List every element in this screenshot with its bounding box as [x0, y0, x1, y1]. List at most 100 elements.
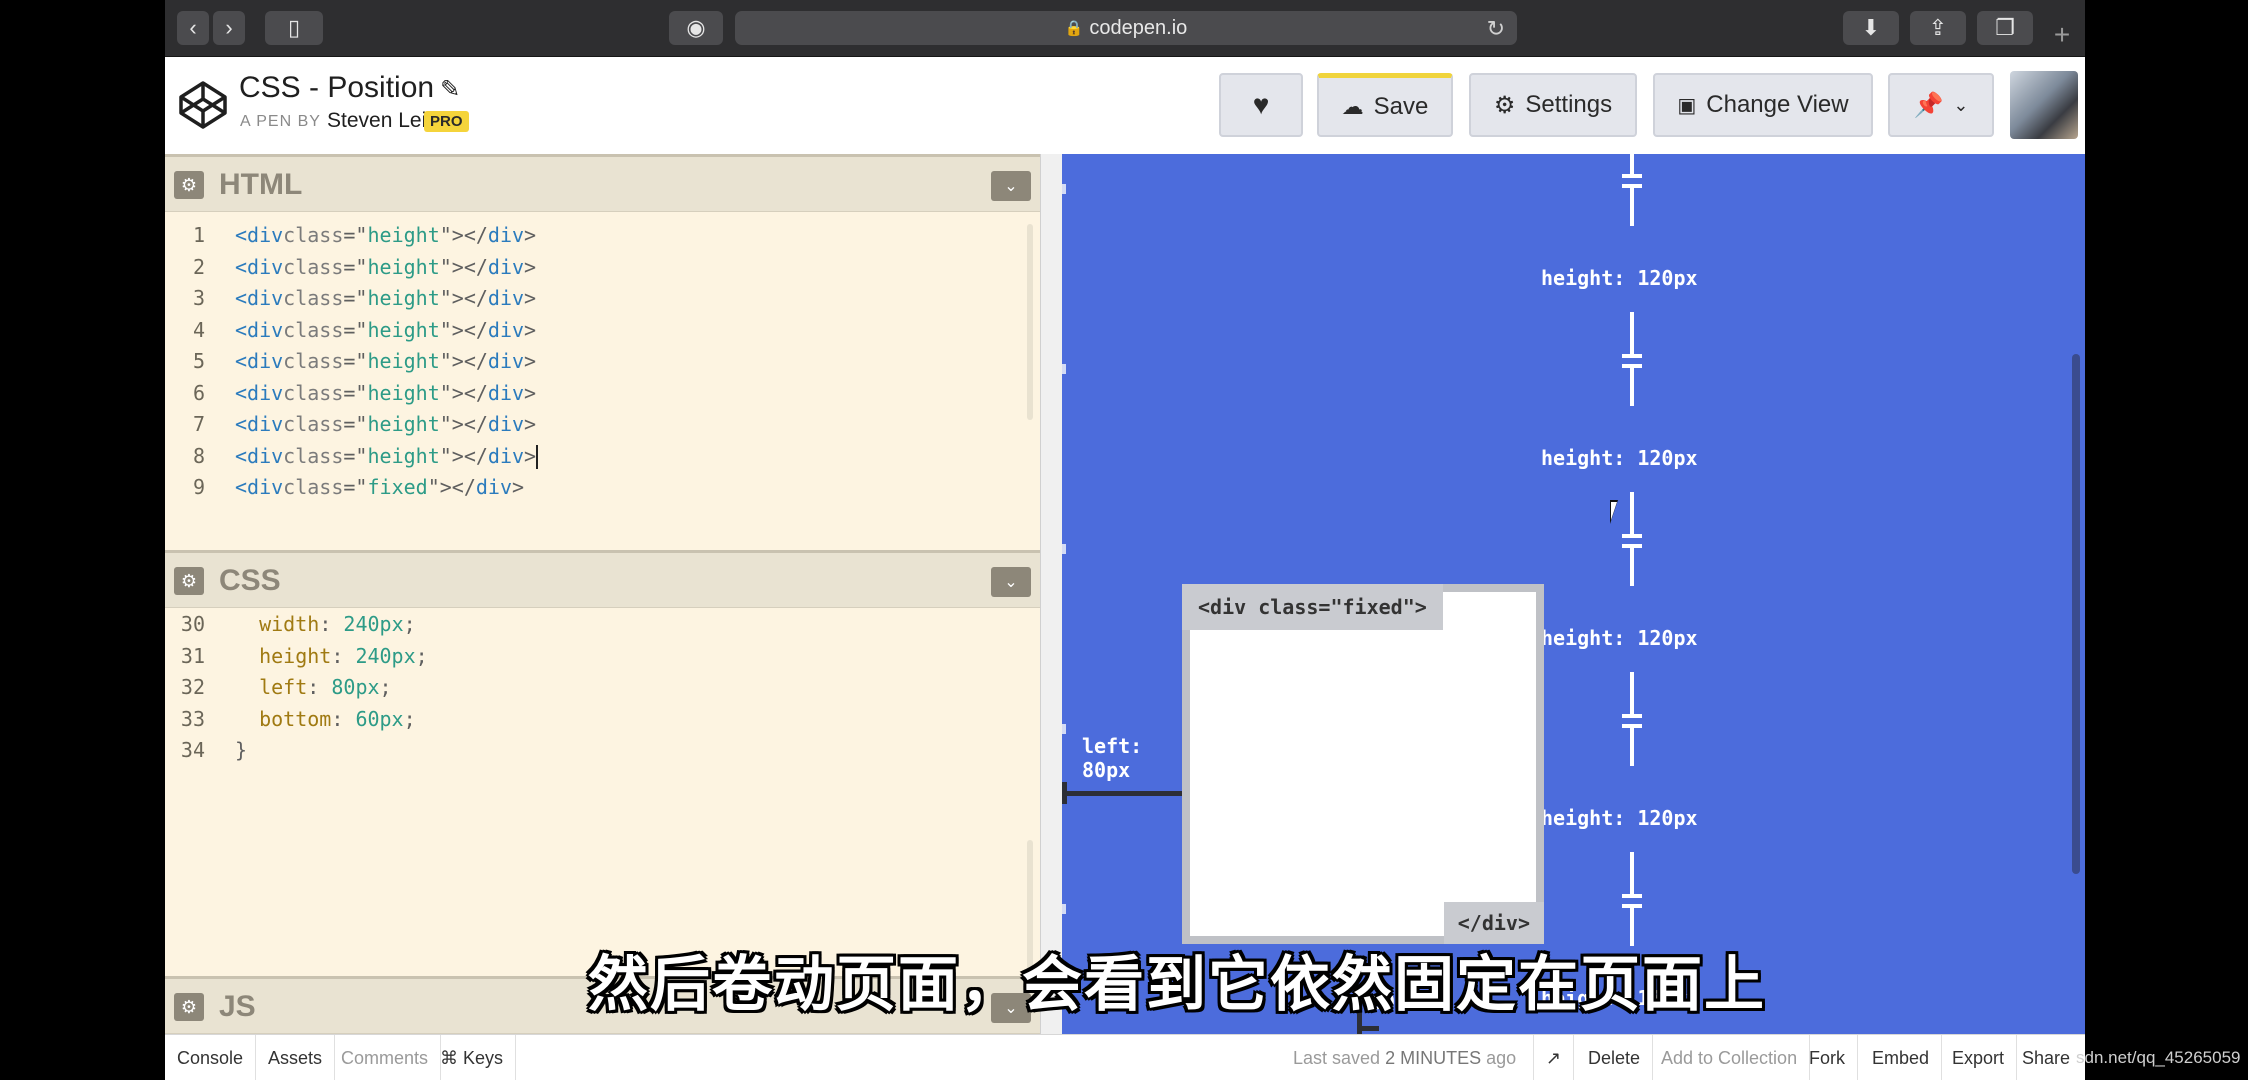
pen-title[interactable]: CSS - Position ✎ [239, 71, 460, 105]
back-button[interactable]: ‹ [177, 11, 209, 45]
browser-toolbar: ‹ › ▯ ◉ 🔒 codepen.io ↻ ⬇ ⇪ ❐ + [165, 0, 2085, 57]
open-external-button[interactable]: ↗ [1533, 1035, 1575, 1080]
edge-marker [1062, 724, 1066, 734]
sidebar-toggle-button[interactable]: ▯ [265, 11, 323, 45]
eye-icon: ▣ [1677, 94, 1697, 117]
css-pane-collapse-button[interactable]: ⌄ [991, 567, 1031, 597]
change-view-button[interactable]: ▣ Change View [1653, 73, 1873, 137]
reload-icon[interactable]: ↻ [1487, 16, 1505, 42]
css-pane-title: CSS [219, 564, 281, 597]
downloads-button[interactable]: ⬇ [1843, 11, 1899, 45]
chevron-right-icon: › [225, 15, 233, 40]
chevron-down-icon: ⌄ [1004, 574, 1018, 591]
add-to-collection-button[interactable]: Add to Collection [1649, 1035, 1811, 1080]
password-icon: ◉ [686, 15, 706, 40]
measure-line [1630, 368, 1634, 406]
author-link[interactable]: Steven Lei [327, 109, 426, 133]
js-settings-gear-icon[interactable]: ⚙ [174, 993, 204, 1021]
avatar[interactable] [2010, 71, 2078, 139]
edge-marker [1062, 544, 1066, 554]
share-icon: ⇪ [1928, 15, 1948, 40]
code-line: 30 width: 240px; [180, 612, 416, 636]
pin-button[interactable]: 📌 ⌄ [1888, 73, 1994, 137]
code-line: 6 <div class =" height "></div > [192, 380, 537, 405]
settings-button[interactable]: ⚙ Settings [1469, 73, 1637, 137]
pencil-icon[interactable]: ✎ [440, 76, 460, 103]
new-tab-button[interactable]: + [2047, 19, 2077, 50]
pen-header: CSS - Position ✎ A PEN BY Steven Lei PRO … [165, 57, 2085, 154]
comments-button[interactable]: Comments [329, 1035, 442, 1080]
measure-tick [1622, 894, 1642, 898]
love-button[interactable]: ♥ [1219, 73, 1303, 137]
height-label: height: 120px [1541, 626, 1698, 650]
html-pane-collapse-button[interactable]: ⌄ [991, 171, 1031, 201]
code-line: 2 <div class =" height "></div > [192, 254, 537, 279]
result-preview[interactable]: height: 120px height: 120px height: 120p… [1062, 154, 2085, 1034]
forward-button[interactable]: › [213, 11, 245, 45]
measure-line [1630, 312, 1634, 354]
code-line: 1 <div class =" height "></div > [192, 223, 537, 247]
html-settings-gear-icon[interactable]: ⚙ [174, 171, 204, 199]
editor-footer: Console Assets Comments ⌘ Keys Last save… [165, 1034, 2085, 1080]
code-line: 8 <div class =" height "></div > [192, 443, 539, 469]
code-line: 9 <div class =" fixed "></div > [192, 475, 525, 499]
html-pane-title: HTML [219, 168, 303, 201]
code-line: 5 <div class =" height "></div > [192, 349, 537, 373]
bottom-offset-foot [1357, 1026, 1379, 1031]
pane-resize-handle[interactable] [1040, 154, 1062, 1034]
measure-tick [1622, 354, 1642, 358]
share-link-button[interactable]: Share [2010, 1035, 2082, 1080]
editor-panes: ⚙ HTML ⌄ 1 <div class =" height "></div > 2 <d… [165, 154, 1040, 1034]
save-button[interactable]: ☁ Save [1317, 73, 1453, 137]
keys-button[interactable]: ⌘ Keys [428, 1035, 517, 1080]
embed-button[interactable]: Embed [1860, 1035, 1943, 1080]
code-line: 32 left: 80px; [180, 675, 392, 699]
html-scrollbar[interactable] [1027, 224, 1033, 420]
assets-button[interactable]: Assets [256, 1035, 336, 1080]
export-button[interactable]: Export [1940, 1035, 2018, 1080]
password-manager-button[interactable]: ◉ [669, 11, 723, 45]
html-code-editor[interactable]: 1 <div class =" height "></div > 2 <div class =… [165, 220, 1040, 504]
codepen-logo-icon[interactable] [177, 79, 229, 131]
text-caret [536, 444, 539, 469]
heart-icon: ♥ [1252, 89, 1270, 120]
delete-button[interactable]: Delete [1576, 1035, 1654, 1080]
external-link-icon: ↗ [1546, 1048, 1562, 1068]
lock-icon: 🔒 [1064, 20, 1084, 37]
code-line: 4 <div class =" height "></div > [192, 317, 537, 342]
sidebar-icon: ▯ [287, 15, 301, 40]
code-line: 33 bottom: 60px; [180, 706, 416, 731]
measure-line [1630, 672, 1634, 714]
pen-by-label: A PEN BY [240, 113, 321, 130]
code-line: 31 height: 240px; [180, 643, 428, 668]
gear-icon: ⚙ [1493, 91, 1516, 119]
console-button[interactable]: Console [165, 1035, 257, 1080]
html-pane-header: ⚙ HTML ⌄ [165, 154, 1040, 212]
left-offset-label: left: 80px [1082, 734, 1143, 782]
chevron-down-icon: ⌄ [1953, 94, 1969, 115]
tabs-overview-button[interactable]: ❐ [1977, 11, 2033, 45]
pin-icon: 📌 [1913, 91, 1944, 119]
chevron-left-icon: ‹ [189, 15, 197, 40]
height-label: height: 120px [1541, 806, 1698, 830]
last-saved-status: Last saved 2 MINUTES ago [1293, 1048, 1517, 1068]
video-subtitle: 然后卷动页面，会看到它依然固定在页面上 [588, 951, 1766, 1018]
css-code-editor[interactable]: 30 width: 240px; 31 height: 240px; 32 le… [165, 609, 1040, 767]
measure-line [1630, 188, 1634, 226]
fork-button[interactable]: Fork [1797, 1035, 1858, 1080]
css-settings-gear-icon[interactable]: ⚙ [174, 567, 204, 595]
address-bar[interactable]: 🔒 codepen.io ↻ [735, 11, 1517, 45]
watermark: sdn.net/qq_45265059 [2076, 1048, 2241, 1067]
url-text: codepen.io [1089, 16, 1188, 39]
pro-badge: PRO [424, 111, 469, 132]
cloud-icon: ☁ [1341, 93, 1364, 119]
edge-marker [1062, 364, 1066, 374]
code-line: 3 <div class =" height "></div > [192, 286, 537, 310]
preview-scrollbar[interactable] [2072, 354, 2080, 874]
measure-tick [1622, 174, 1642, 178]
height-label: height: 120px [1541, 446, 1698, 470]
height-label: height: 120px [1541, 266, 1698, 290]
share-button[interactable]: ⇪ [1910, 11, 1966, 45]
measure-tick [1622, 534, 1642, 538]
measure-line [1630, 548, 1634, 586]
